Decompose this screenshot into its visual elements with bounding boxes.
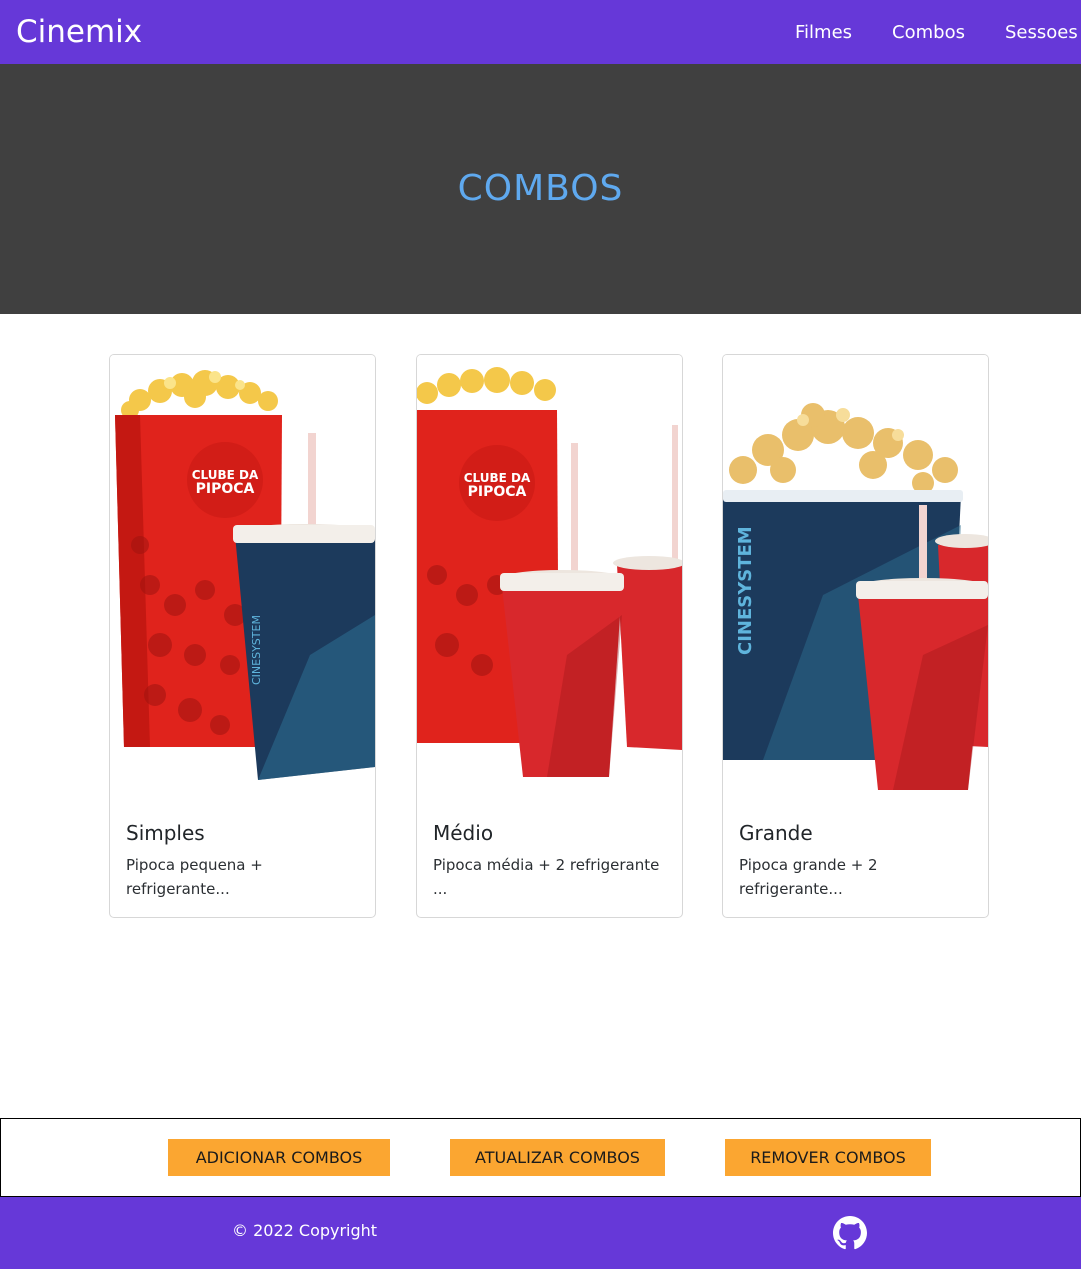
svg-text:CINESYSTEM: CINESYSTEM (735, 526, 756, 655)
svg-text:CLUBE DA: CLUBE DA (192, 468, 259, 482)
combo-description: Pipoca grande + 2 refrigerante... (739, 856, 878, 898)
update-combos-button[interactable]: ATUALIZAR COMBOS (450, 1139, 665, 1176)
svg-text:PIPOCA: PIPOCA (196, 481, 255, 497)
svg-text:CLUBE DA: CLUBE DA (464, 471, 531, 485)
svg-text:PIPOCA: PIPOCA (468, 484, 527, 500)
combo-image-simples: CLUBE DA PIPOCA CINESYSTEM (110, 355, 375, 803)
action-bar: ADICIONAR COMBOS ATUALIZAR COMBOS REMOVE… (0, 1118, 1081, 1197)
nav-link-filmes[interactable]: Filmes (795, 22, 852, 43)
combo-card-grande[interactable]: CINESYSTEM Grande Pipoca grande + 2 refr… (722, 354, 989, 918)
nav-links: Filmes Combos Sessoes (795, 0, 1081, 64)
combo-image-medio: CLUBE DA PIPOCA (417, 355, 682, 803)
nav-link-combos[interactable]: Combos (892, 22, 965, 43)
combo-title: Grande (739, 821, 813, 845)
combo-image-grande: CINESYSTEM (723, 355, 988, 803)
nav-link-sessoes[interactable]: Sessoes (1005, 22, 1078, 43)
combo-description: Pipoca média + 2 refrigerante ... (433, 856, 660, 898)
combo-card-simples[interactable]: CLUBE DA PIPOCA CINESYSTEM Simples Pipoc… (109, 354, 376, 918)
add-combos-button[interactable]: ADICIONAR COMBOS (168, 1139, 390, 1176)
combo-description: Pipoca pequena + refrigerante... (126, 856, 263, 898)
copyright-text: © 2022 Copyright (232, 1221, 378, 1240)
combo-card-medio[interactable]: CLUBE DA PIPOCA Médio Pipoca média + 2 r… (416, 354, 683, 918)
navbar: Cinemix Filmes Combos Sessoes (0, 0, 1081, 64)
hero-banner: COMBOS (0, 64, 1081, 314)
remove-combos-button[interactable]: REMOVER COMBOS (725, 1139, 931, 1176)
svg-text:CINESYSTEM: CINESYSTEM (250, 615, 263, 685)
footer: © 2022 Copyright (0, 1197, 1081, 1269)
github-icon[interactable] (833, 1216, 867, 1250)
brand-link[interactable]: Cinemix (16, 12, 142, 52)
page-title: COMBOS (457, 167, 624, 209)
combo-title: Simples (126, 821, 205, 845)
combo-title: Médio (433, 821, 494, 845)
